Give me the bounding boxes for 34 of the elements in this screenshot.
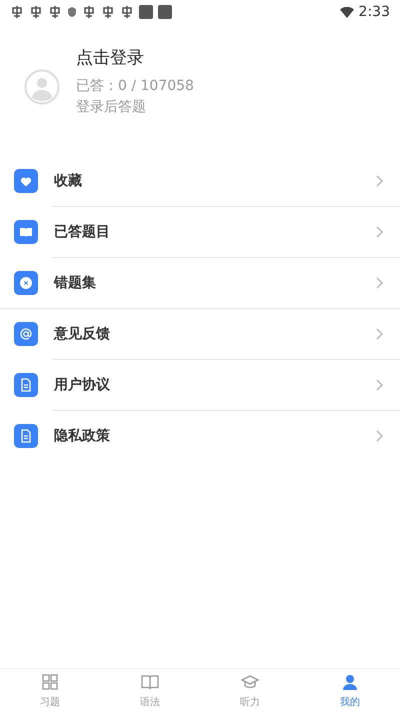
menu-item[interactable]: 错题集 <box>0 258 400 308</box>
at-icon <box>14 322 38 346</box>
notification-icon <box>29 5 43 19</box>
menu-item[interactable]: 收藏 <box>0 156 400 206</box>
square-icon <box>158 5 172 19</box>
login-hint: 登录后答题 <box>76 98 147 116</box>
chevron-icon <box>374 378 384 392</box>
menu-item[interactable]: 意见反馈 <box>0 309 400 359</box>
chevron-icon <box>374 174 384 188</box>
login-link[interactable]: 点击登录 <box>76 46 194 69</box>
notification-icon <box>120 5 134 19</box>
menu-item[interactable]: 已答题目 <box>0 207 400 257</box>
notification-icon <box>82 5 96 19</box>
menu-item[interactable]: 隐私政策 <box>0 411 400 461</box>
menu-item[interactable]: 用户协议 <box>0 360 400 410</box>
answered-count: 已答：0 / 107058 <box>76 77 194 95</box>
cross-icon <box>14 271 38 295</box>
wifi-icon <box>340 6 354 18</box>
book-icon <box>14 220 38 244</box>
notification-icon <box>10 5 24 19</box>
avatar-icon <box>24 69 60 105</box>
document-icon <box>14 373 38 397</box>
chevron-icon <box>374 429 384 443</box>
chevron-icon <box>374 276 384 290</box>
chevron-icon <box>374 225 384 239</box>
chevron-icon <box>374 327 384 341</box>
notification-icon <box>101 5 115 19</box>
notification-icon <box>48 5 62 19</box>
shield-icon <box>67 6 77 18</box>
grid-icon <box>40 672 60 692</box>
nav-tab[interactable]: 我的 <box>300 669 400 711</box>
square-icon <box>139 5 153 19</box>
clock-time: 2:33 <box>358 4 390 20</box>
document-icon <box>14 424 38 448</box>
